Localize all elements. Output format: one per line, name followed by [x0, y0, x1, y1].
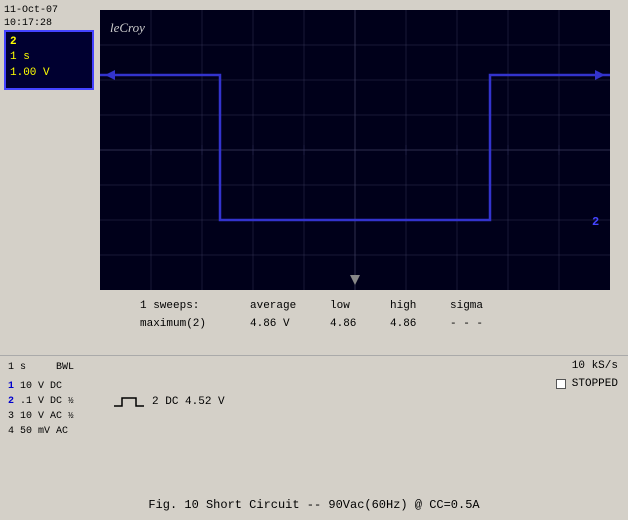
- ch2-number: 2: [8, 394, 14, 409]
- sweeps-label: 1 sweeps:: [140, 298, 250, 316]
- trigger-dc-info: 2 DC 4.52 V: [114, 394, 225, 410]
- high-value: 4.86: [390, 316, 450, 334]
- sigma-label: sigma: [450, 298, 483, 316]
- ch3-line: 3 10 V AC ½: [8, 409, 74, 424]
- bwl-label: BWL: [56, 360, 74, 375]
- right-bottom-info: 10 kS/s STOPPED: [556, 358, 618, 393]
- ch4-line: 4 50 mV AC: [8, 424, 74, 439]
- sample-rate: 10 kS/s: [556, 358, 618, 376]
- svg-text:2: 2: [592, 215, 599, 229]
- ch3-bw: ½: [68, 410, 73, 424]
- svg-text:leCroy: leCroy: [110, 20, 145, 35]
- low-label: low: [330, 298, 390, 316]
- stats-row-label: maximum(2): [140, 316, 250, 334]
- ch1-coupling: DC: [50, 379, 62, 394]
- ch3-number: 3: [8, 409, 14, 424]
- ch3-voltage: 10: [20, 409, 32, 424]
- bottom-panel: 1 s BWL 1 10 V DC 2 .1 V DC ½ 3 10 V AC: [0, 355, 628, 465]
- voltage-value: 1.00 V: [10, 66, 88, 81]
- ch3-unit: V: [38, 409, 44, 424]
- ch3-coupling: AC: [50, 409, 62, 424]
- caption-text: Fig. 10 Short Circuit -- 90Vac(60Hz) @ C…: [148, 498, 479, 512]
- trigger-symbol-icon: [114, 394, 144, 410]
- date-label: 11-Oct-07: [4, 4, 58, 17]
- high-label: high: [390, 298, 450, 316]
- time-label: 10:17:28: [4, 17, 58, 30]
- stats-area: 1 sweeps: average low high sigma maximum…: [100, 298, 610, 333]
- ch2-unit: V: [38, 394, 44, 409]
- oscilloscope-screen: leCroy 2: [100, 10, 610, 290]
- ch1-unit: V: [38, 379, 44, 394]
- trigger-info: 2 DC 4.52 V: [152, 396, 225, 408]
- average-label: average: [250, 298, 330, 316]
- timebase-value: 1 s: [10, 50, 88, 65]
- ch1-voltage: 10: [20, 379, 32, 394]
- ch4-number: 4: [8, 424, 14, 439]
- channel-settings: 1 s BWL 1 10 V DC 2 .1 V DC ½ 3 10 V AC: [8, 360, 74, 439]
- channel-info-box: 2 1 s 1.00 V: [4, 30, 94, 90]
- ch2-bw: ½: [68, 395, 73, 409]
- ch4-voltage: 50: [20, 424, 32, 439]
- timebase-display: 1 s: [8, 360, 26, 375]
- bottom-settings-row: 1 s BWL 1 10 V DC 2 .1 V DC ½ 3 10 V AC: [8, 360, 620, 439]
- datetime-display: 11-Oct-07 10:17:28: [4, 4, 58, 30]
- ch2-line: 2 .1 V DC ½: [8, 394, 74, 409]
- sigma-value: - - -: [450, 316, 483, 334]
- ch1-number: 1: [8, 379, 14, 394]
- channel-number: 2: [10, 35, 88, 50]
- average-value: 4.86 V: [250, 316, 330, 334]
- figure-caption: Fig. 10 Short Circuit -- 90Vac(60Hz) @ C…: [0, 498, 628, 512]
- ch4-coupling: AC: [56, 424, 68, 439]
- stop-square-icon: [556, 379, 566, 389]
- ch1-line: 1 10 V DC: [8, 379, 74, 394]
- ch2-voltage: .1: [20, 394, 32, 409]
- ch2-coupling: DC: [50, 394, 62, 409]
- status-label: STOPPED: [572, 376, 618, 394]
- stopped-row: STOPPED: [556, 376, 618, 394]
- ch4-unit: mV: [38, 424, 50, 439]
- low-value: 4.86: [330, 316, 390, 334]
